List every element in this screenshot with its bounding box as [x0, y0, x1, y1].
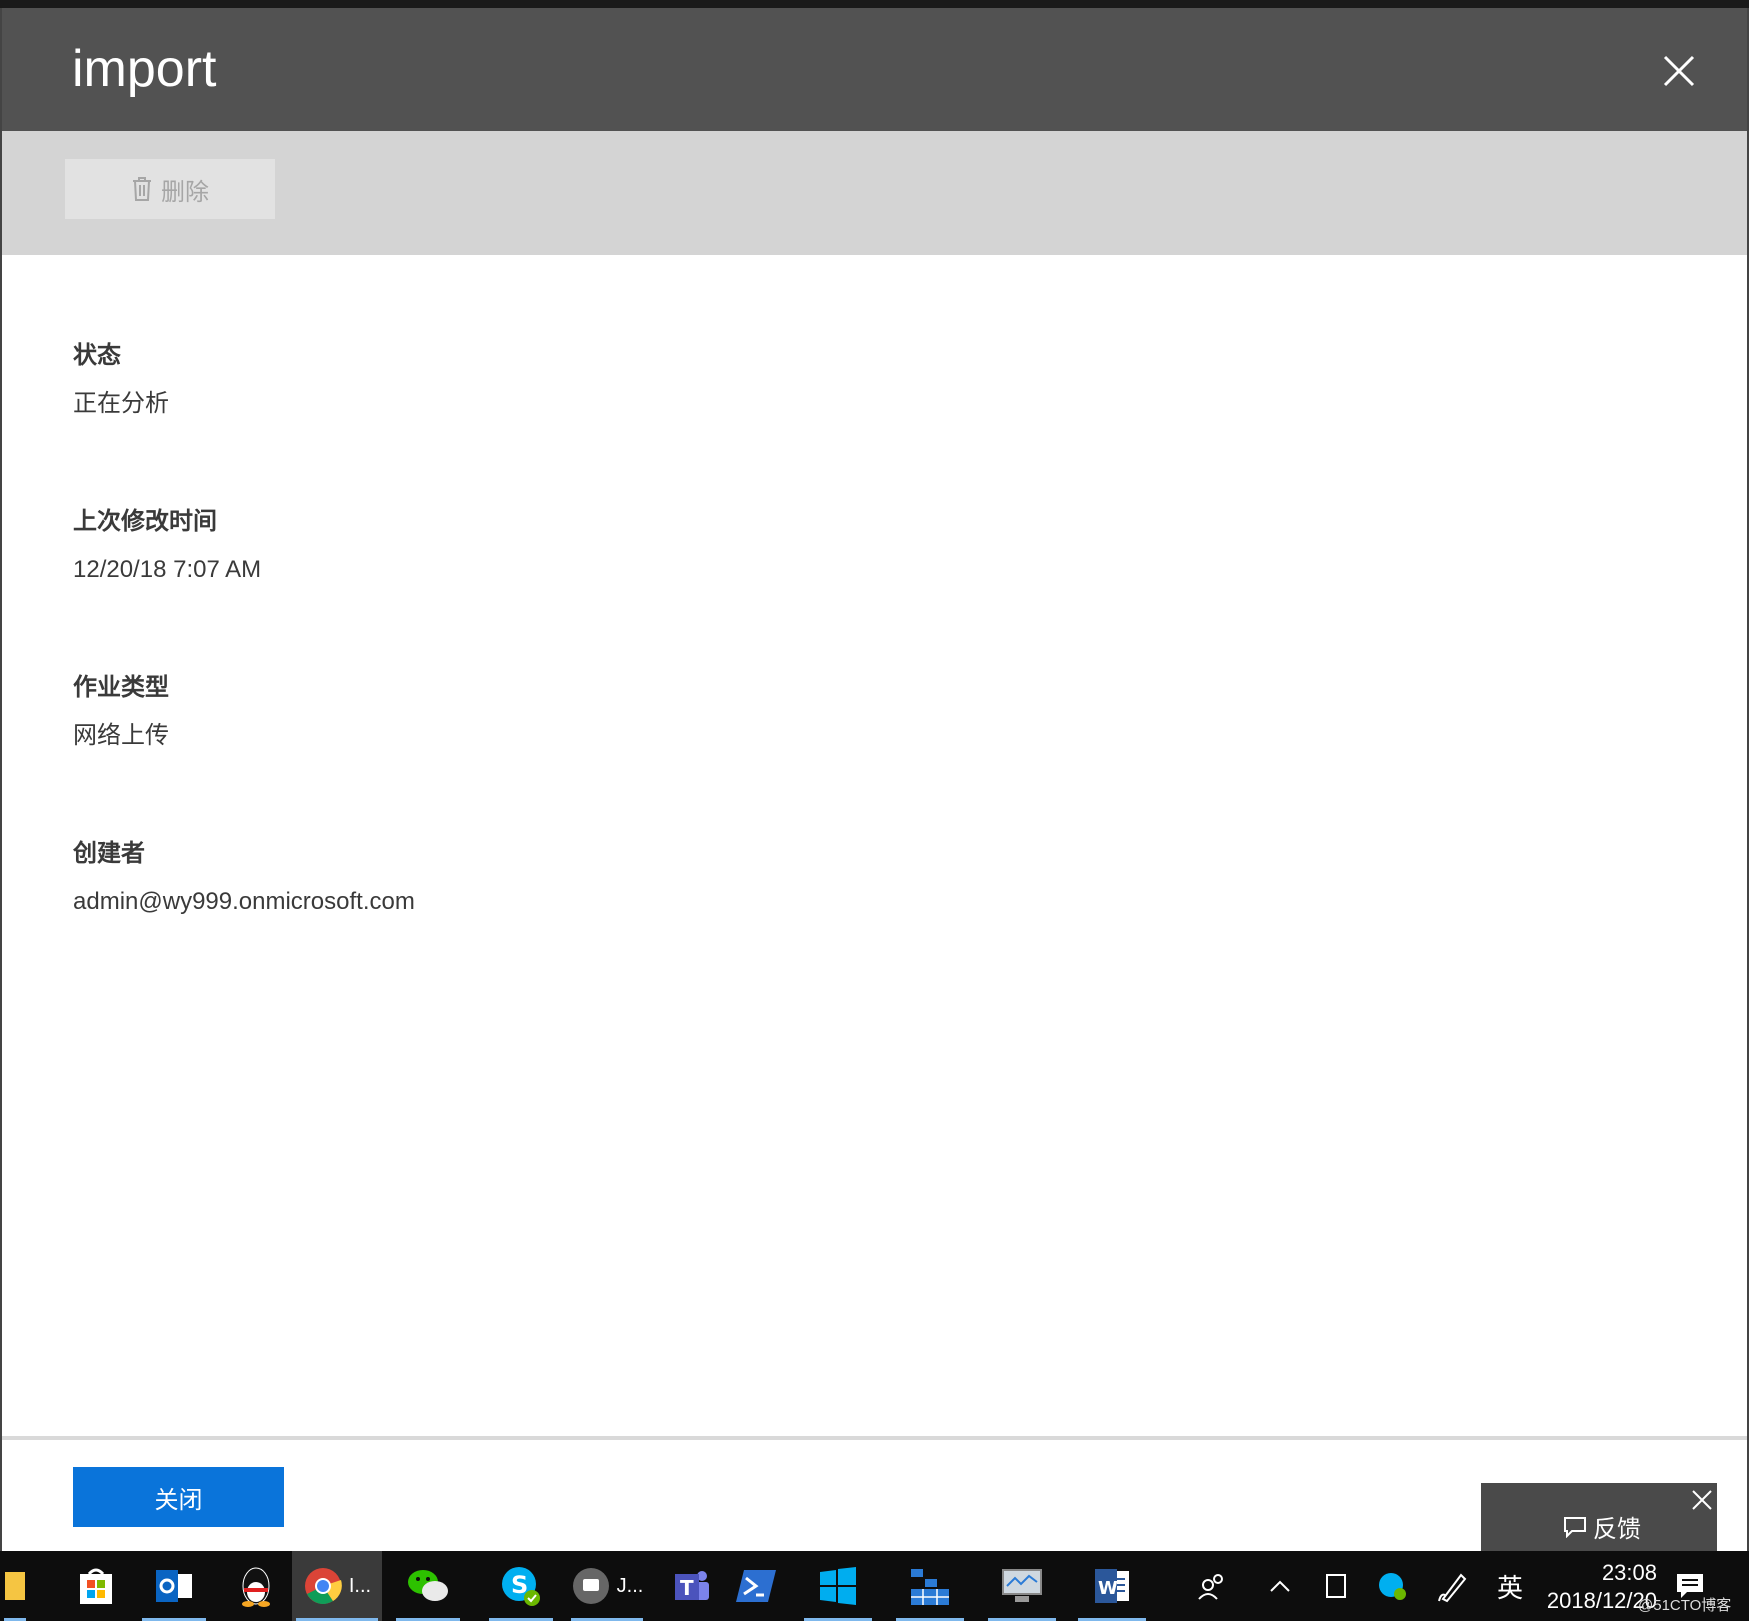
database-grid-icon: [911, 1569, 949, 1605]
wechat-icon: [408, 1570, 448, 1601]
job-type-label: 作业类型: [73, 674, 169, 701]
teams-icon: T: [675, 1571, 709, 1600]
command-bar: 删除: [2, 131, 1747, 255]
comment-icon: [1564, 1516, 1586, 1538]
last-modified-field: 上次修改时间 12/20/18 7:07 AM: [73, 506, 261, 586]
monitor-icon: [1002, 1569, 1042, 1602]
feedback-label: 反馈: [1593, 1516, 1641, 1543]
status-field: 状态 正在分析: [73, 340, 169, 420]
footer-divider: [2, 1436, 1747, 1440]
status-value: 正在分析: [73, 390, 169, 417]
clock-time: 23:08: [1601, 1560, 1657, 1585]
chevron-up-icon: [1270, 1580, 1290, 1592]
taskbar-skype[interactable]: S: [485, 1551, 557, 1621]
last-modified-label: 上次修改时间: [73, 508, 217, 535]
watermark-text: @51CTO博客: [1638, 1597, 1732, 1614]
taskbar-chrome[interactable]: I...: [292, 1551, 382, 1621]
chrome-icon: [304, 1568, 342, 1604]
outlook-icon: [156, 1570, 192, 1602]
tray-skype-icon[interactable]: [1374, 1551, 1410, 1621]
taskbar-sql-tool[interactable]: [892, 1551, 968, 1621]
taskbar-windows-app[interactable]: [800, 1551, 876, 1621]
taskbar-powershell[interactable]: [720, 1551, 792, 1621]
delete-button-label: 删除: [161, 178, 209, 206]
details-panel: import 删除 状态 正在分析 上次修改时间 12/20/18 7:07 A…: [0, 8, 1749, 1559]
creator-value: admin@wy999.onmicrosoft.com: [73, 888, 415, 915]
tray-device-icon[interactable]: [1318, 1551, 1354, 1621]
word-icon: W: [1095, 1569, 1129, 1603]
trash-icon: [133, 177, 151, 201]
taskbar-file-explorer[interactable]: [0, 1551, 30, 1621]
folder-icon: [5, 1572, 25, 1600]
creator-field: 创建者 admin@wy999.onmicrosoft.com: [73, 838, 415, 918]
job-type-value: 网络上传: [73, 722, 169, 749]
powershell-icon: [736, 1570, 776, 1602]
ime-indicator[interactable]: 英: [1490, 1551, 1530, 1621]
skype-small-icon: [1379, 1573, 1406, 1600]
job-type-field: 作业类型 网络上传: [73, 672, 169, 752]
skype-icon: S: [502, 1567, 540, 1606]
feedback-close-icon[interactable]: [1691, 1489, 1713, 1511]
people-icon[interactable]: [1190, 1551, 1232, 1621]
status-label: 状态: [73, 342, 121, 369]
jabber-window-label: J...: [616, 1574, 644, 1597]
feedback-flyout[interactable]: 反馈: [1481, 1483, 1717, 1559]
taskbar-jabber[interactable]: J...: [567, 1551, 647, 1621]
tray-pen-icon[interactable]: [1432, 1551, 1472, 1621]
window-top-edge: [0, 0, 1749, 8]
svg-text:W: W: [1098, 1578, 1118, 1599]
pen-icon: [1438, 1573, 1467, 1603]
show-hidden-icons-chevron-icon[interactable]: [1262, 1551, 1298, 1621]
panel-title: import: [72, 40, 217, 98]
tablet-icon: [1326, 1574, 1346, 1598]
taskbar-outlook[interactable]: [138, 1551, 210, 1621]
taskbar-teams[interactable]: T: [655, 1551, 727, 1621]
taskbar-store[interactable]: [60, 1551, 132, 1621]
panel-header: import: [2, 8, 1747, 131]
qq-penguin-icon: [242, 1567, 270, 1607]
taskbar-word[interactable]: W: [1074, 1551, 1150, 1621]
close-button[interactable]: 关闭: [73, 1467, 284, 1527]
feedback-button[interactable]: 反馈: [1563, 1509, 1641, 1544]
creator-label: 创建者: [73, 840, 145, 867]
taskbar-wechat[interactable]: [392, 1551, 464, 1621]
chat-bubble-icon: [572, 1568, 609, 1604]
close-icon[interactable]: [1662, 54, 1696, 88]
windows-logo-icon: [820, 1567, 856, 1605]
taskbar-qq[interactable]: [220, 1551, 292, 1621]
windows-taskbar: I... S J... T W 英 23:08 2018/12/20: [0, 1551, 1749, 1621]
svg-text:T: T: [680, 1576, 694, 1600]
store-icon: [80, 1568, 112, 1604]
people-glyph-icon: [1198, 1574, 1223, 1600]
last-modified-value: 12/20/18 7:07 AM: [73, 556, 262, 583]
delete-button[interactable]: 删除: [65, 159, 275, 219]
chrome-window-label: I...: [348, 1574, 372, 1597]
taskbar-remote-desktop[interactable]: [984, 1551, 1060, 1621]
